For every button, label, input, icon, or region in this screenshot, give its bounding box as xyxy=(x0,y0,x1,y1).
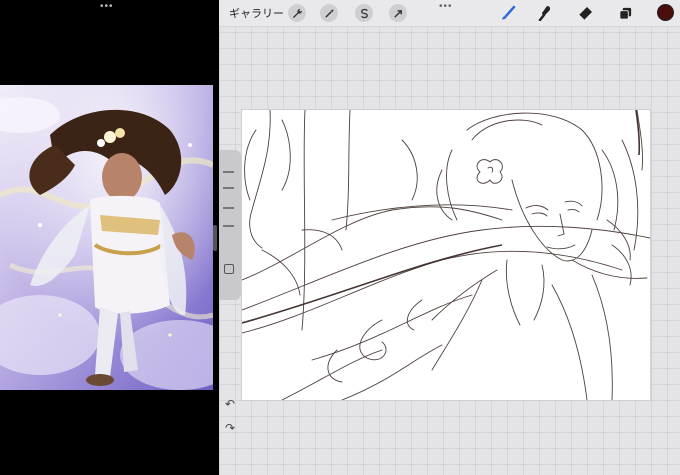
arrow-cursor-icon[interactable] xyxy=(389,4,407,22)
multitask-dots-left[interactable]: ••• xyxy=(100,2,114,12)
gallery-button[interactable]: ギャラリー xyxy=(229,5,284,21)
brush-size-slider-tick[interactable] xyxy=(223,171,234,173)
wrench-icon[interactable] xyxy=(288,4,306,22)
opacity-slider-tick[interactable] xyxy=(223,207,234,209)
modify-button[interactable] xyxy=(224,264,234,274)
brush-size-slider-tick[interactable] xyxy=(223,187,234,189)
sketch-lines xyxy=(242,110,650,400)
undo-icon[interactable]: ↶ xyxy=(222,397,238,411)
multitask-dots-right[interactable]: ••• xyxy=(439,2,453,12)
selection-s-icon[interactable] xyxy=(355,4,373,22)
magic-wand-icon[interactable] xyxy=(320,4,338,22)
split-view-left-pane: ••• xyxy=(0,0,219,475)
opacity-slider-tick[interactable] xyxy=(223,225,234,227)
redo-icon[interactable]: ↷ xyxy=(222,421,238,435)
reference-illustration xyxy=(0,85,213,390)
color-picker-button[interactable] xyxy=(657,4,674,21)
drawing-canvas[interactable] xyxy=(242,110,650,400)
side-bar xyxy=(219,150,241,300)
layers-icon[interactable] xyxy=(616,4,634,22)
split-view-divider-handle[interactable] xyxy=(213,225,217,251)
brush-icon[interactable] xyxy=(499,4,517,22)
smudge-icon[interactable] xyxy=(537,4,555,22)
eraser-icon[interactable] xyxy=(576,4,594,22)
